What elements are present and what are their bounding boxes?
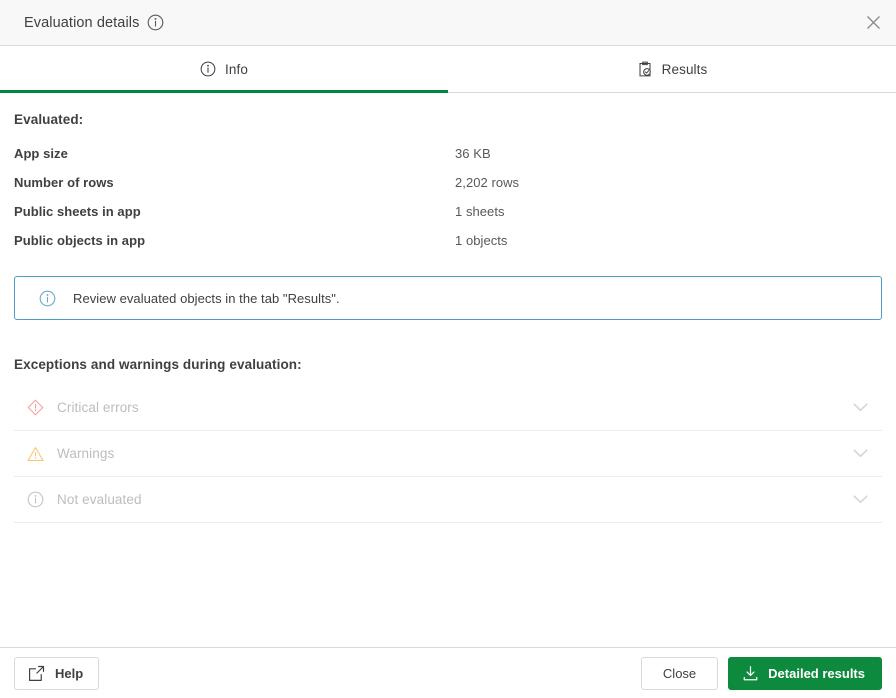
tab-info-label: Info	[225, 61, 248, 77]
metric-label: App size	[14, 146, 68, 161]
metric-label: Public sheets in app	[14, 204, 141, 219]
chevron-down-icon[interactable]	[853, 495, 868, 504]
tab-bar: Info Results	[0, 46, 896, 93]
accordion-item-not-evaluated[interactable]: Not evaluated	[14, 477, 882, 523]
info-circle-icon[interactable]	[147, 14, 164, 31]
table-row: Public sheets in app 1 sheets	[14, 197, 882, 226]
info-banner: Review evaluated objects in the tab "Res…	[14, 276, 882, 320]
tab-results-label: Results	[661, 61, 708, 77]
tab-results[interactable]: Results	[448, 46, 896, 92]
exceptions-accordion: Critical errors Warnings Not evaluated	[14, 385, 882, 523]
metric-label: Number of rows	[14, 175, 114, 190]
evaluated-section-title: Evaluated:	[14, 112, 84, 127]
info-banner-text: Review evaluated objects in the tab "Res…	[73, 290, 340, 306]
accordion-item-label: Critical errors	[57, 400, 139, 415]
detailed-results-label: Detailed results	[768, 665, 865, 681]
triangle-warning-icon	[24, 446, 46, 462]
exceptions-section-title: Exceptions and warnings during evaluatio…	[14, 357, 302, 372]
dialog-header: Evaluation details	[0, 0, 896, 46]
close-button-label: Close	[662, 665, 697, 681]
metric-value: 1 objects	[455, 233, 508, 248]
metrics-list: App size 36 KB Number of rows 2,202 rows…	[14, 139, 882, 255]
chevron-down-icon[interactable]	[853, 449, 868, 458]
table-row: Public objects in app 1 objects	[14, 226, 882, 255]
diamond-alert-icon	[24, 399, 46, 416]
accordion-item-critical-errors[interactable]: Critical errors	[14, 385, 882, 431]
page-title: Evaluation details	[24, 14, 140, 31]
download-icon	[742, 665, 759, 682]
info-circle-icon	[39, 290, 56, 307]
accordion-item-label: Not evaluated	[57, 492, 142, 507]
metric-label: Public objects in app	[14, 233, 146, 248]
help-button[interactable]: Help	[14, 656, 100, 690]
tab-info[interactable]: Info	[0, 46, 448, 93]
clipboard-check-icon	[637, 61, 653, 78]
accordion-item-warnings[interactable]: Warnings	[14, 431, 882, 477]
close-icon[interactable]	[850, 0, 896, 45]
external-link-icon	[28, 665, 45, 682]
close-button[interactable]: Close	[640, 656, 719, 690]
info-circle-icon	[200, 61, 216, 77]
dialog-footer: Help Close Detailed results	[0, 647, 896, 698]
metric-value: 1 sheets	[455, 204, 505, 219]
table-row: Number of rows 2,202 rows	[14, 168, 882, 197]
info-circle-icon	[24, 491, 46, 508]
table-row: App size 36 KB	[14, 139, 882, 168]
detailed-results-button[interactable]: Detailed results	[728, 656, 882, 690]
evaluation-details-dialog: Evaluation details Info Results Evaluate…	[0, 0, 896, 698]
dialog-body: Evaluated: App size 36 KB Number of rows…	[0, 93, 896, 647]
metric-value: 2,202 rows	[455, 175, 520, 190]
metric-value: 36 KB	[455, 146, 491, 161]
accordion-item-label: Warnings	[57, 446, 115, 461]
help-button-label: Help	[55, 665, 84, 681]
chevron-down-icon[interactable]	[853, 403, 868, 412]
